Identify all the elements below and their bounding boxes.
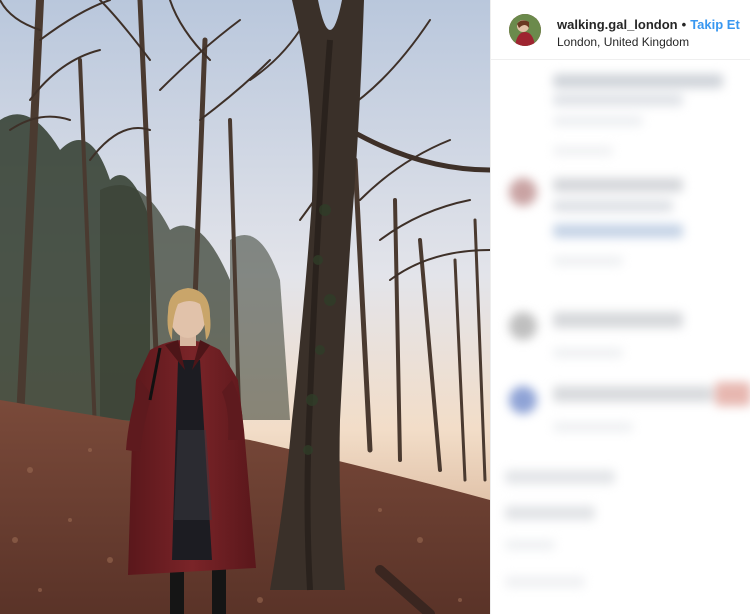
post-header: walking.gal_london • Takip Et London, Un…	[491, 0, 750, 60]
post-side-panel: walking.gal_london • Takip Et London, Un…	[490, 0, 750, 614]
username-link[interactable]: walking.gal_london	[557, 17, 678, 32]
blurred-comments	[491, 60, 750, 614]
comment-line	[505, 540, 555, 550]
comment-line	[553, 116, 643, 126]
post-photo[interactable]	[0, 0, 490, 614]
comment-line	[505, 576, 585, 588]
comment-line	[553, 94, 683, 106]
comment-line	[553, 256, 623, 266]
separator-dot: •	[681, 17, 687, 32]
avatar[interactable]	[509, 14, 541, 46]
comment-line	[505, 506, 595, 520]
location-link[interactable]: London, United Kingdom	[557, 35, 740, 49]
comment-line	[553, 348, 623, 358]
comment-line	[553, 200, 673, 212]
comment-line	[553, 74, 723, 88]
comment-line	[553, 312, 683, 328]
comment-line	[553, 422, 633, 432]
comment-line	[553, 224, 683, 238]
comment-line	[553, 146, 613, 156]
forest-photo-image	[0, 0, 490, 614]
comment-avatar	[509, 178, 537, 206]
comment-line	[715, 382, 750, 406]
comment-line	[553, 178, 683, 192]
comment-avatar	[509, 312, 537, 340]
comment-avatar	[509, 386, 537, 414]
comment-line	[505, 470, 615, 484]
follow-button[interactable]: Takip Et	[690, 17, 740, 32]
comments-section	[491, 60, 750, 614]
comment-line	[553, 386, 713, 402]
avatar-image	[509, 14, 541, 46]
